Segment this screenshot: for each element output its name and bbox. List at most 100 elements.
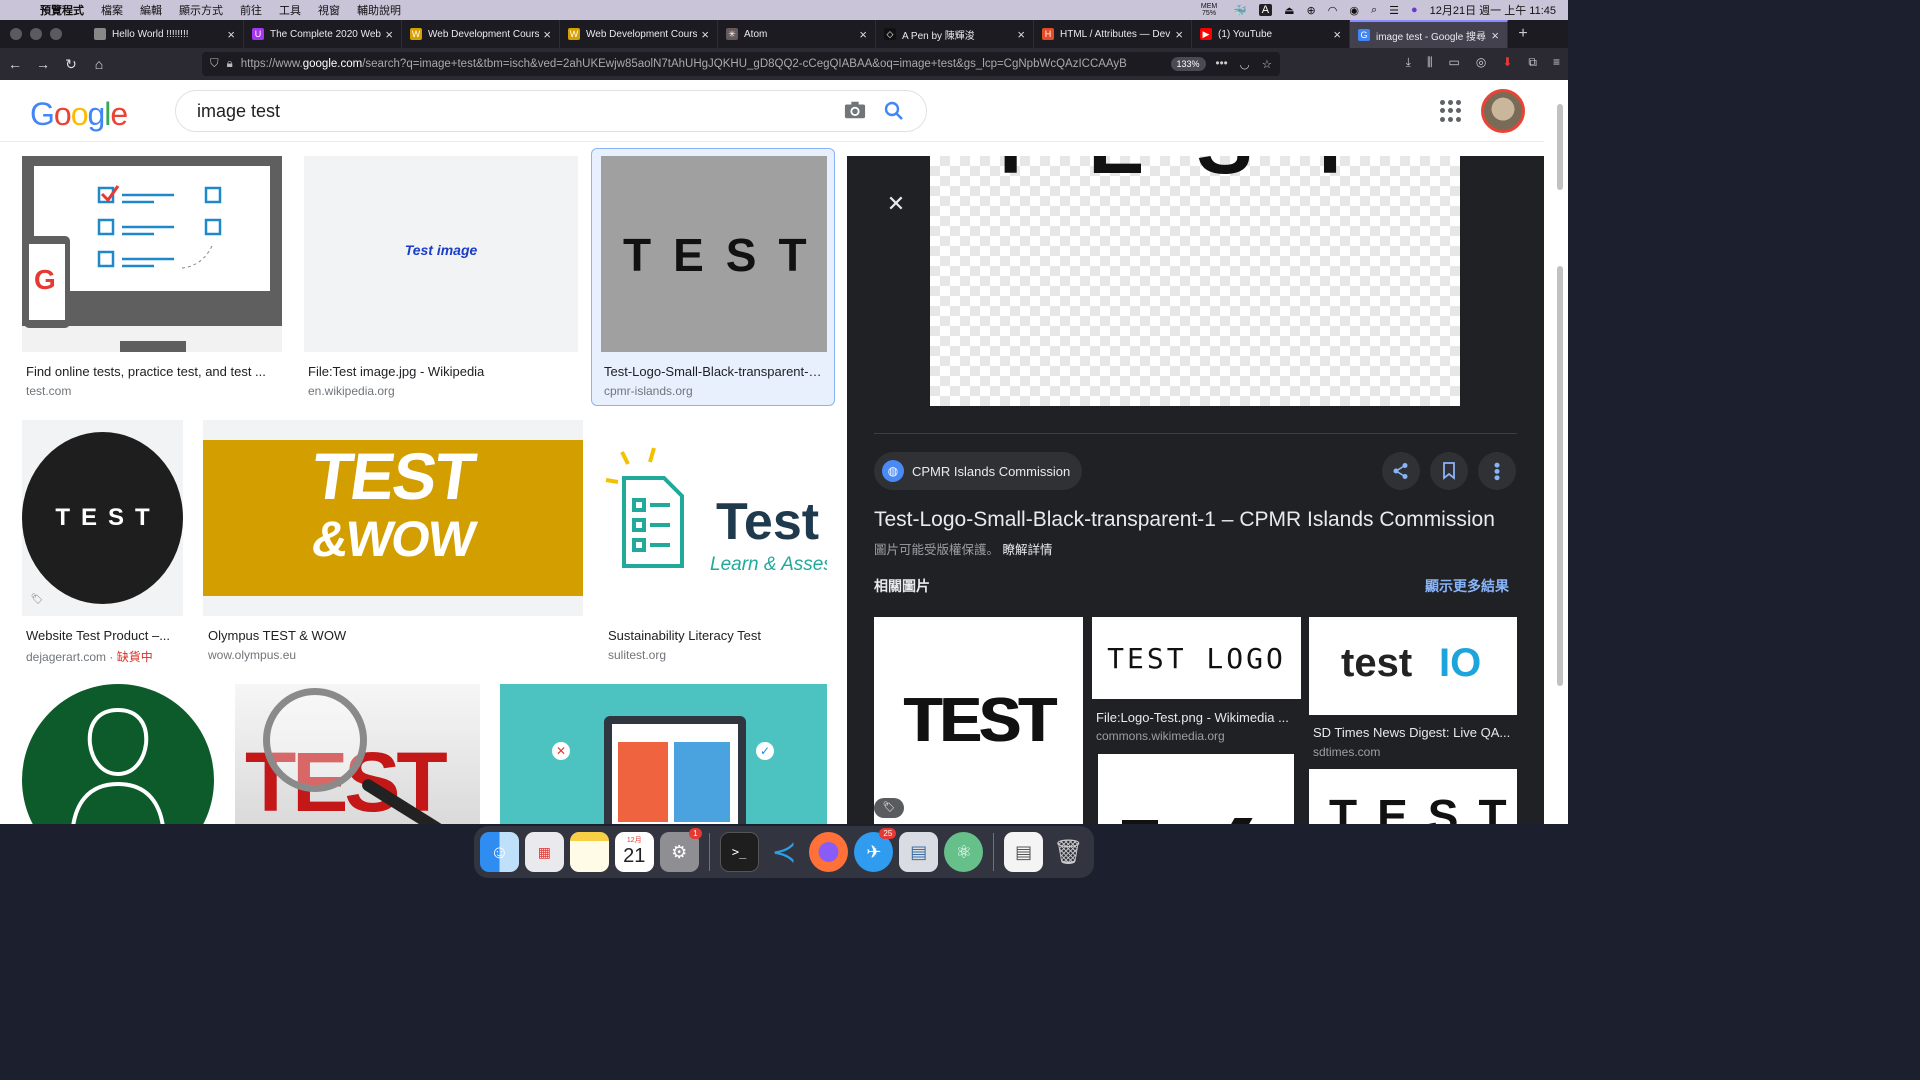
browser-tab[interactable]: Hello World !!!!!!!! ×: [86, 20, 244, 48]
browser-tab[interactable]: Gimage test - Google 搜尋 ×: [1350, 20, 1508, 48]
recent-documents-icon[interactable]: ▤: [1004, 832, 1044, 872]
close-tab-icon[interactable]: ×: [1175, 27, 1183, 42]
forward-icon[interactable]: →: [30, 56, 56, 72]
close-tab-icon[interactable]: ×: [1333, 27, 1341, 42]
minimize-window-button[interactable]: [30, 28, 42, 40]
terminal-icon[interactable]: >_: [719, 832, 759, 872]
back-icon[interactable]: ←: [2, 56, 28, 72]
close-tab-icon[interactable]: ×: [543, 27, 551, 42]
vpn-icon[interactable]: ⊕: [1307, 4, 1316, 17]
extension-red-icon[interactable]: ⬇: [1502, 55, 1512, 70]
result-thumb-4[interactable]: TEST &WOW: [203, 420, 583, 616]
close-tab-icon[interactable]: ×: [385, 27, 393, 42]
menubar-clock[interactable]: 12月21日 週一 上午 11:45: [1430, 2, 1556, 18]
zoom-level-badge[interactable]: 133%: [1170, 57, 1206, 71]
related-source-1[interactable]: commons.wikimedia.org: [1096, 729, 1225, 743]
preview-title[interactable]: Test-Logo-Small-Black-transparent-1 – CP…: [874, 508, 1495, 532]
firefox-icon[interactable]: [809, 832, 849, 872]
search-icon[interactable]: [884, 101, 904, 121]
close-window-button[interactable]: [10, 28, 22, 40]
spotlight-search-icon[interactable]: ⌕: [1371, 4, 1377, 17]
menu-view[interactable]: 顯示方式: [179, 2, 223, 18]
camera-icon[interactable]: [844, 100, 866, 120]
browser-tab[interactable]: U The Complete 2020 Web ×: [244, 20, 402, 48]
finder-icon[interactable]: ☺: [480, 832, 519, 872]
show-more-results-link[interactable]: 顯示更多結果: [1425, 576, 1509, 596]
mail-app-icon[interactable]: ✈ 25: [854, 828, 897, 872]
user-icon[interactable]: ◉: [1349, 4, 1359, 17]
result-caption-5[interactable]: Sustainability Literacy Test: [608, 628, 826, 643]
menu-window[interactable]: 視窗: [318, 2, 340, 18]
account-avatar[interactable]: [1481, 89, 1525, 133]
preview-image[interactable]: TEST: [930, 156, 1460, 406]
browser-tab[interactable]: ▶ (1) YouTube ×: [1192, 20, 1350, 48]
zoom-window-button[interactable]: [50, 28, 62, 40]
eject-icon[interactable]: ⏏: [1284, 4, 1294, 17]
close-tab-icon[interactable]: ×: [1017, 27, 1025, 42]
result-source-1[interactable]: en.wikipedia.org: [308, 384, 395, 398]
close-tab-icon[interactable]: ×: [701, 27, 709, 42]
docker-icon[interactable]: 🐳: [1233, 4, 1247, 17]
system-preferences-icon[interactable]: ⚙ 1: [659, 828, 702, 872]
google-apps-icon[interactable]: [1440, 100, 1462, 122]
menu-hamburger-icon[interactable]: ≡: [1553, 55, 1560, 70]
result-source-3[interactable]: dejagerart.com · 缺貨中: [26, 648, 153, 665]
browser-tab[interactable]: ◇ A Pen by 陳輝浚 ×: [876, 20, 1034, 48]
related-thumb-1[interactable]: TEST LOGO: [1092, 617, 1301, 699]
result-caption-3[interactable]: Website Test Product –...: [26, 628, 182, 643]
atom-icon[interactable]: ⚛: [944, 832, 984, 872]
source-chip[interactable]: ◍ CPMR Islands Commission: [874, 452, 1083, 490]
result-thumb-6[interactable]: [22, 684, 214, 824]
browser-tab[interactable]: H HTML / Attributes — Dev ×: [1034, 20, 1192, 48]
related-thumb-3[interactable]: [1098, 754, 1294, 824]
browser-tab[interactable]: ✳ Atom ×: [718, 20, 876, 48]
related-thumb-0[interactable]: TEST 🏷︎: [874, 617, 1083, 824]
result-caption-1[interactable]: File:Test image.jpg - Wikipedia: [308, 364, 574, 379]
browser-tab[interactable]: W Web Development Course ×: [560, 20, 718, 48]
calendar-icon[interactable]: 12月 21: [614, 832, 654, 872]
input-method-icon[interactable]: A: [1258, 4, 1273, 16]
result-thumb-0[interactable]: G: [22, 156, 282, 352]
menu-tools[interactable]: 工具: [279, 2, 301, 18]
control-center-icon[interactable]: ☰: [1389, 4, 1399, 17]
close-tab-icon[interactable]: ×: [1491, 28, 1499, 43]
learn-more-link[interactable]: 瞭解詳情: [1003, 543, 1053, 557]
result-thumb-7[interactable]: TEST: [235, 684, 480, 824]
reload-icon[interactable]: ↻: [58, 56, 84, 73]
result-source-4[interactable]: wow.olympus.eu: [208, 648, 296, 662]
search-box[interactable]: image test: [175, 90, 927, 132]
share-button[interactable]: [1382, 452, 1420, 490]
preview-app-icon[interactable]: ▤: [899, 832, 939, 872]
wifi-icon[interactable]: ◠: [1328, 4, 1338, 17]
menu-preview[interactable]: 預覽程式: [40, 2, 84, 18]
result-thumb-5[interactable]: Test Learn & Asses: [604, 420, 827, 616]
home-icon[interactable]: ⌂: [86, 56, 112, 72]
siri-icon[interactable]: ●: [1411, 4, 1418, 16]
result-thumb-1[interactable]: Test image: [304, 156, 578, 352]
result-caption-4[interactable]: Olympus TEST & WOW: [208, 628, 578, 643]
menu-help[interactable]: 輔助說明: [357, 2, 401, 18]
lock-icon[interactable]: 🔒︎: [227, 58, 233, 71]
menu-edit[interactable]: 編輯: [140, 2, 162, 18]
related-source-2[interactable]: sdtimes.com: [1313, 745, 1380, 759]
notes-icon[interactable]: [569, 832, 609, 872]
memory-indicator[interactable]: MEM 75%: [1197, 3, 1221, 17]
vscode-icon[interactable]: ≺: [765, 832, 804, 872]
search-input[interactable]: image test: [197, 101, 280, 122]
related-caption-2[interactable]: SD Times News Digest: Live QA...: [1313, 725, 1515, 740]
launchpad-icon[interactable]: ▦: [524, 832, 564, 872]
result-caption-2[interactable]: Test-Logo-Small-Black-transparent-1 ...: [604, 364, 826, 379]
menu-go[interactable]: 前往: [240, 2, 262, 18]
result-thumb-2[interactable]: TEST: [601, 156, 827, 352]
related-caption-1[interactable]: File:Logo-Test.png - Wikimedia ...: [1096, 710, 1298, 725]
shield-icon[interactable]: ⛉: [210, 58, 219, 71]
close-tab-icon[interactable]: ×: [227, 27, 235, 42]
bookmark-star-icon[interactable]: ☆: [1262, 57, 1272, 71]
close-tab-icon[interactable]: ×: [859, 27, 867, 42]
result-caption-0[interactable]: Find online tests, practice test, and te…: [26, 364, 278, 379]
more-options-button[interactable]: •••: [1478, 452, 1516, 490]
library-icon[interactable]: ⫼: [1427, 55, 1433, 70]
download-icon[interactable]: ⤓: [1406, 55, 1411, 70]
extensions-icon[interactable]: ⧉: [1528, 55, 1537, 70]
pocket-icon[interactable]: ◡: [1240, 57, 1250, 71]
